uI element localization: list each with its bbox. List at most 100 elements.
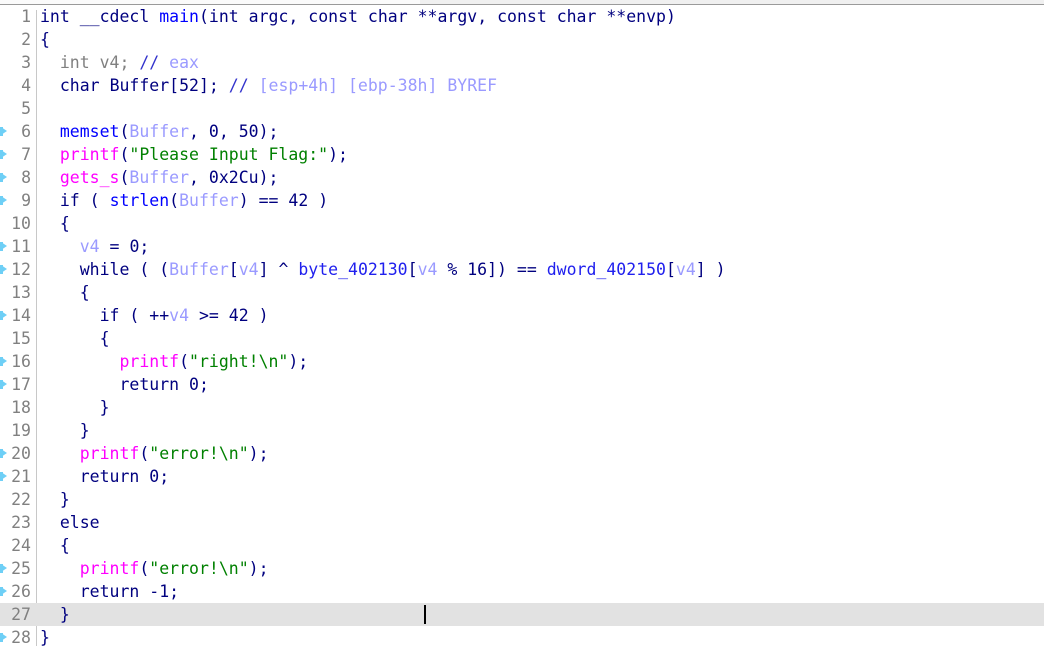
code-token[interactable]: ); <box>259 168 279 187</box>
code-token[interactable]: - <box>139 582 159 601</box>
code-token[interactable]: char <box>60 76 100 95</box>
code-token[interactable]: const <box>497 7 557 26</box>
code-token[interactable]: ; <box>120 53 140 72</box>
code-token[interactable]: , <box>189 168 209 187</box>
code-token[interactable]: 1 <box>159 582 169 601</box>
code-token[interactable]: if <box>100 306 120 325</box>
code-line-text[interactable]: if ( strlen(Buffer) == 42 ) <box>40 189 328 212</box>
code-line[interactable]: 3 int v4; // eax <box>0 51 1044 74</box>
code-token[interactable]: , <box>477 7 497 26</box>
code-token[interactable]: ] ) <box>696 260 726 279</box>
code-token[interactable] <box>40 122 60 141</box>
code-line[interactable]: 5 <box>0 97 1044 120</box>
code-token[interactable]: byte_402130 <box>298 260 407 279</box>
code-token[interactable]: ** <box>606 7 626 26</box>
code-token[interactable] <box>40 352 119 371</box>
code-token[interactable] <box>40 53 60 72</box>
code-line[interactable]: 15 { <box>0 327 1044 350</box>
code-token[interactable]: ) == <box>239 191 289 210</box>
code-token[interactable] <box>90 53 100 72</box>
code-line-text[interactable]: { <box>40 281 90 304</box>
code-token[interactable]: envp <box>626 7 666 26</box>
code-token[interactable]: { <box>40 30 50 49</box>
code-token[interactable]: "error!\n" <box>149 444 248 463</box>
code-token[interactable]: argc <box>249 7 289 26</box>
code-token[interactable]: ( <box>119 122 129 141</box>
code-token[interactable]: >= <box>189 306 229 325</box>
code-token[interactable]: Buffer <box>179 191 239 210</box>
code-token[interactable]: , <box>189 122 209 141</box>
code-token[interactable]: ( <box>169 191 179 210</box>
code-token[interactable]: } <box>40 628 50 646</box>
code-token[interactable]: } <box>40 605 70 624</box>
code-line[interactable]: 13 { <box>0 281 1044 304</box>
code-token[interactable]: return <box>80 467 140 486</box>
code-token[interactable]: ( <box>179 352 189 371</box>
code-line[interactable]: 10 { <box>0 212 1044 235</box>
code-token[interactable]: ; <box>159 467 169 486</box>
code-line-text[interactable]: } <box>40 396 110 419</box>
code-token[interactable]: Buffer <box>129 168 189 187</box>
code-token[interactable]: v4 <box>169 306 189 325</box>
code-token[interactable] <box>40 76 60 95</box>
code-token[interactable]: ; <box>199 375 209 394</box>
code-line[interactable]: 24 { <box>0 534 1044 557</box>
code-line-text[interactable]: v4 = 0; <box>40 235 150 258</box>
code-token[interactable]: v4 <box>100 53 120 72</box>
code-token[interactable]: , <box>219 122 239 141</box>
code-token[interactable]: main <box>159 7 199 26</box>
code-token[interactable] <box>40 559 80 578</box>
code-line[interactable]: 9 if ( strlen(Buffer) == 42 ) <box>0 189 1044 212</box>
code-token[interactable]: ( <box>199 7 209 26</box>
code-line[interactable]: 17 return 0; <box>0 373 1044 396</box>
code-token[interactable]: { <box>40 214 70 233</box>
code-token[interactable]: ( <box>139 444 149 463</box>
code-line-text[interactable]: } <box>40 603 70 626</box>
code-token[interactable]: 0x2Cu <box>209 168 259 187</box>
code-token[interactable]: { <box>40 329 110 348</box>
code-token[interactable]: v4 <box>676 260 696 279</box>
code-line[interactable]: 22 } <box>0 488 1044 511</box>
code-line-text[interactable]: { <box>40 28 50 51</box>
code-token[interactable] <box>40 582 80 601</box>
code-token[interactable]: v4 <box>239 260 259 279</box>
code-line[interactable]: 26 return -1; <box>0 580 1044 603</box>
code-line[interactable]: 12 while ( (Buffer[v4] ^ byte_402130[v4 … <box>0 258 1044 281</box>
code-token[interactable]: Buffer <box>169 260 229 279</box>
code-token[interactable] <box>40 168 60 187</box>
code-token[interactable]: eax <box>159 53 199 72</box>
code-token[interactable]: // <box>229 76 249 95</box>
code-token[interactable]: // <box>139 53 159 72</box>
code-token[interactable]: char <box>557 7 607 26</box>
code-line[interactable]: 1 int __cdecl main(int argc, const char *… <box>0 5 1044 28</box>
code-line-text[interactable]: } <box>40 419 90 442</box>
code-token[interactable]: ); <box>249 444 269 463</box>
code-token[interactable]: return <box>119 375 179 394</box>
code-token[interactable]: ** <box>418 7 438 26</box>
code-token[interactable]: int <box>209 7 249 26</box>
code-line[interactable]: 11 v4 = 0; <box>0 235 1044 258</box>
code-line-text[interactable]: while ( (Buffer[v4] ^ byte_402130[v4 % 1… <box>40 258 726 281</box>
code-line[interactable]: 27 } <box>0 603 1044 626</box>
code-token[interactable]: if <box>60 191 80 210</box>
code-token[interactable]: 16 <box>467 260 487 279</box>
code-token[interactable]: else <box>60 513 100 532</box>
code-token[interactable]: ( <box>119 145 129 164</box>
code-line-text[interactable]: return 0; <box>40 373 209 396</box>
code-token[interactable]: char <box>368 7 418 26</box>
code-token[interactable]: Buffer <box>129 122 189 141</box>
code-token[interactable]: 0 <box>129 237 139 256</box>
code-token[interactable] <box>40 306 100 325</box>
code-line[interactable]: 21 return 0; <box>0 465 1044 488</box>
code-token[interactable]: ) <box>308 191 328 210</box>
code-token[interactable]: ] ^ <box>259 260 299 279</box>
code-token[interactable]: strlen <box>110 191 170 210</box>
code-token[interactable]: 0 <box>149 467 159 486</box>
code-line-text[interactable]: gets_s(Buffer, 0x2Cu); <box>40 166 279 189</box>
code-token[interactable]: [esp+4h] [ebp-38h] BYREF <box>249 76 497 95</box>
code-token[interactable]: [ <box>408 260 418 279</box>
code-line-text[interactable]: printf("error!\n"); <box>40 557 269 580</box>
code-token[interactable]: gets_s <box>60 168 120 187</box>
code-token[interactable]: "Please Input Flag:" <box>129 145 328 164</box>
code-token[interactable]: 0 <box>189 375 199 394</box>
